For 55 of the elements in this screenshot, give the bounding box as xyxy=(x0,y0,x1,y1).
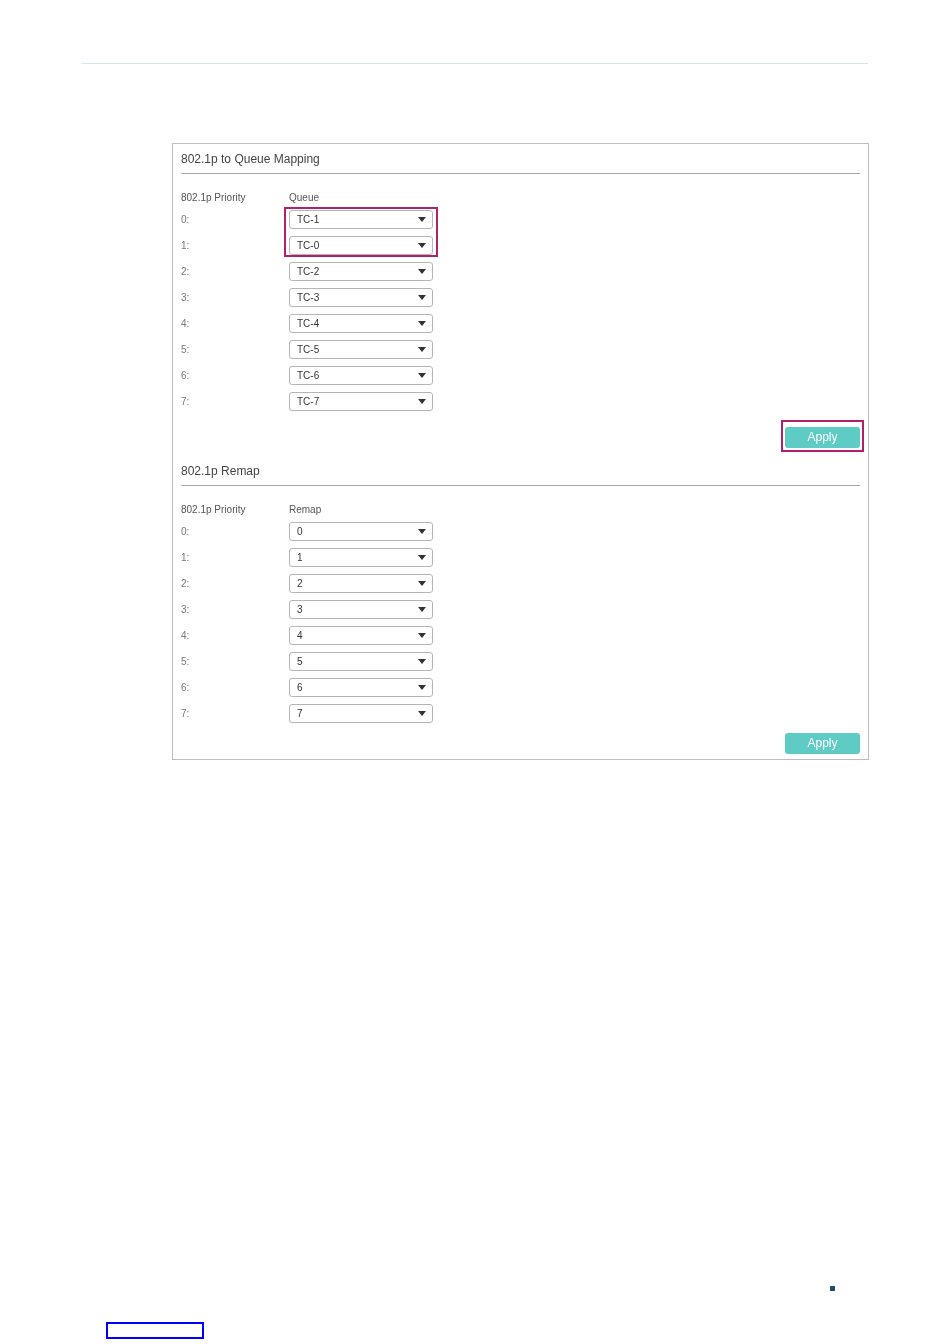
section-title: 802.1p Remap xyxy=(181,463,261,480)
priority-label: 7: xyxy=(181,394,191,409)
dropdown-select[interactable]: 0 xyxy=(289,521,433,541)
caret-icon xyxy=(418,346,426,352)
section-title: 802.1p to Queue Mapping xyxy=(181,151,321,168)
dropdown-select[interactable]: TC-2 xyxy=(289,261,433,281)
caret-icon xyxy=(418,216,426,222)
caret-icon xyxy=(418,710,426,716)
dropdown-select[interactable]: TC-4 xyxy=(289,313,433,333)
caret-icon xyxy=(418,528,426,534)
priority-label: 1: xyxy=(181,238,191,253)
page-marker-icon xyxy=(830,1286,835,1291)
priority-label: 0: xyxy=(181,212,191,227)
caret-icon xyxy=(418,684,426,690)
dropdown-select[interactable]: TC-0 xyxy=(289,235,433,255)
caret-icon xyxy=(418,606,426,612)
priority-label: 5: xyxy=(181,654,191,669)
caret-icon xyxy=(418,580,426,586)
caret-icon xyxy=(418,398,426,404)
column-header: Queue xyxy=(289,190,320,205)
column-header: 802.1p Priority xyxy=(181,502,247,517)
dropdown-select[interactable]: 7 xyxy=(289,703,433,723)
priority-label: 2: xyxy=(181,264,191,279)
dropdown-select[interactable]: 1 xyxy=(289,547,433,567)
priority-label: 1: xyxy=(181,550,191,565)
dropdown-select[interactable]: TC-3 xyxy=(289,287,433,307)
priority-label: 4: xyxy=(181,628,191,643)
caret-icon xyxy=(418,554,426,560)
dropdown-select[interactable]: 6 xyxy=(289,677,433,697)
priority-label: 6: xyxy=(181,680,191,695)
caret-icon xyxy=(418,242,426,248)
priority-label: 4: xyxy=(181,316,191,331)
priority-label: 5: xyxy=(181,342,191,357)
dropdown-select[interactable]: TC-7 xyxy=(289,391,433,411)
caret-icon xyxy=(418,320,426,326)
dropdown-select[interactable]: 2 xyxy=(289,573,433,593)
caret-icon xyxy=(418,372,426,378)
caret-icon xyxy=(418,658,426,664)
priority-label: 3: xyxy=(181,290,191,305)
caret-icon xyxy=(418,632,426,638)
priority-label: 7: xyxy=(181,706,191,721)
priority-label: 3: xyxy=(181,602,191,617)
column-header: 802.1p Priority xyxy=(181,190,247,205)
caret-icon xyxy=(418,268,426,274)
caret-icon xyxy=(418,294,426,300)
dropdown-select[interactable]: TC-5 xyxy=(289,339,433,359)
dropdown-select[interactable]: TC-6 xyxy=(289,365,433,385)
dropdown-select[interactable]: 5 xyxy=(289,651,433,671)
dropdown-select[interactable]: TC-1 xyxy=(289,209,433,229)
priority-label: 2: xyxy=(181,576,191,591)
priority-label: 0: xyxy=(181,524,191,539)
priority-label: 6: xyxy=(181,368,191,383)
column-header: Remap xyxy=(289,502,322,517)
dropdown-select[interactable]: 4 xyxy=(289,625,433,645)
dropdown-select[interactable]: 3 xyxy=(289,599,433,619)
